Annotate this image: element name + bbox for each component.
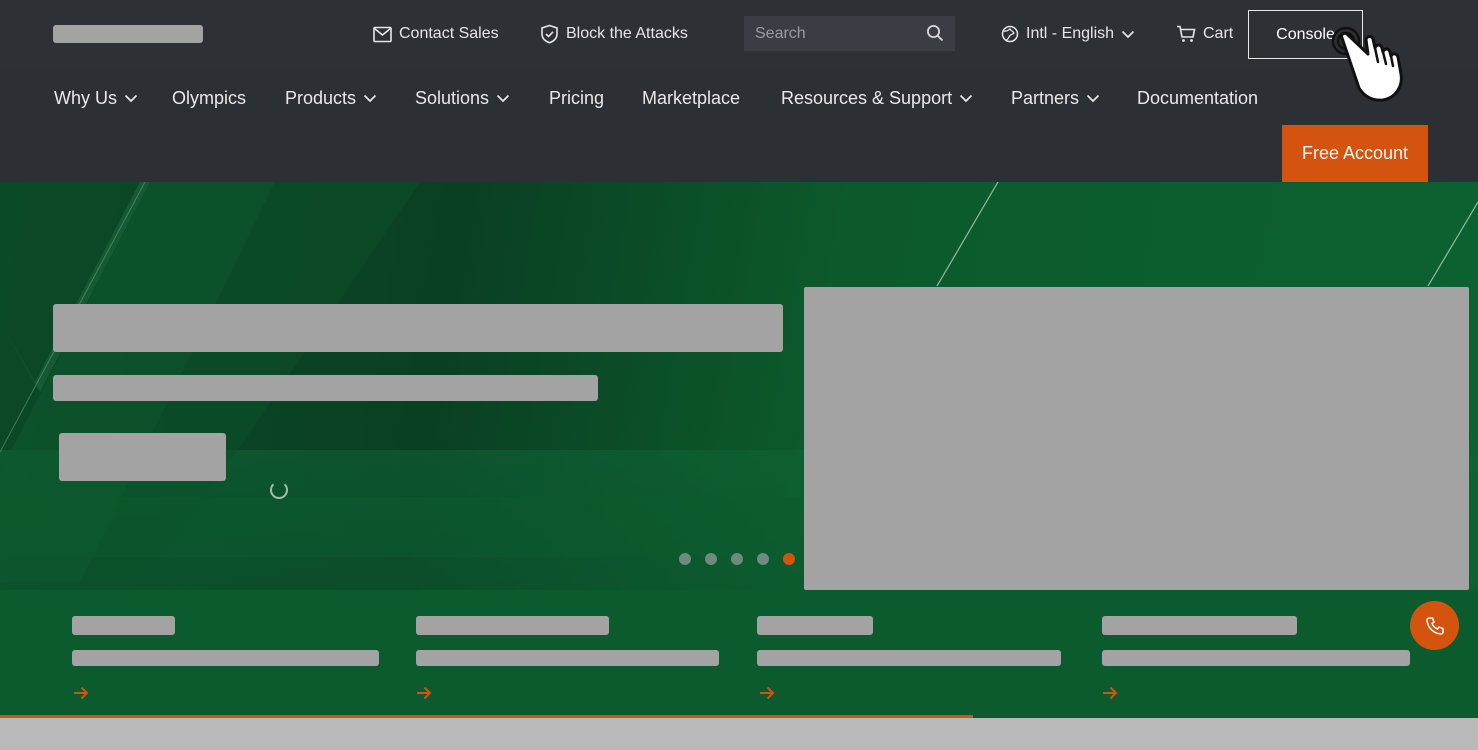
chevron-down-icon <box>363 94 377 102</box>
shield-check-icon <box>541 24 558 44</box>
cart-icon <box>1177 25 1196 42</box>
nav-item-partners[interactable]: Partners <box>1011 85 1100 111</box>
phone-icon <box>1425 616 1444 635</box>
feature-card-3-title <box>757 616 873 635</box>
nav-label: Resources & Support <box>781 87 953 108</box>
chevron-down-icon <box>959 94 973 102</box>
contact-phone-button[interactable] <box>1410 601 1459 650</box>
globe-icon <box>1001 25 1019 43</box>
carousel-dot-5[interactable] <box>783 553 795 565</box>
language-label: Intl - English <box>1026 25 1115 42</box>
mail-icon <box>373 26 392 42</box>
contact-sales-label: Contact Sales <box>399 25 499 42</box>
nav-item-resources-support[interactable]: Resources & Support <box>781 85 973 111</box>
chevron-down-icon <box>1086 94 1100 102</box>
nav-item-products[interactable]: Products <box>285 85 377 111</box>
contact-sales-link[interactable]: Contact Sales <box>373 0 499 68</box>
console-button[interactable]: Console <box>1248 10 1363 59</box>
nav-item-solutions[interactable]: Solutions <box>415 85 510 111</box>
nav-label: Pricing <box>549 87 605 108</box>
nav-item-documentation[interactable]: Documentation <box>1137 85 1258 111</box>
block-attacks-label: Block the Attacks <box>566 25 688 42</box>
arrow-right-icon[interactable] <box>759 686 775 700</box>
nav-item-why-us[interactable]: Why Us <box>54 85 138 111</box>
feature-card-2-text <box>416 650 719 666</box>
cart-link[interactable]: Cart <box>1176 0 1233 68</box>
search-input[interactable] <box>744 24 914 43</box>
nav-item-olympics[interactable]: Olympics <box>172 85 246 111</box>
feature-card-1-title <box>72 616 175 635</box>
feature-card-1-text <box>72 650 379 666</box>
carousel-dot-1[interactable] <box>679 553 691 565</box>
language-selector[interactable]: Intl - English <box>1001 0 1142 68</box>
feature-card-2-title <box>416 616 609 635</box>
page-bottom-strip <box>0 718 1478 750</box>
free-account-button[interactable]: Free Account <box>1282 125 1428 182</box>
hero-subtitle-placeholder <box>53 375 598 401</box>
chevron-down-icon <box>496 94 510 102</box>
search-icon[interactable] <box>926 24 944 42</box>
nav-label: Olympics <box>172 87 247 108</box>
nav-label: Partners <box>1011 87 1080 108</box>
main-nav: Why Us Olympics Products Solutions Prici… <box>0 68 1478 182</box>
nav-item-marketplace[interactable]: Marketplace <box>642 85 740 111</box>
feature-card-4-title <box>1102 616 1297 635</box>
carousel-dots <box>679 553 795 565</box>
nav-label: Why Us <box>54 87 117 108</box>
nav-label: Products <box>285 87 357 108</box>
arrow-right-icon[interactable] <box>416 686 432 700</box>
carousel-dot-3[interactable] <box>731 553 743 565</box>
feature-card-4-text <box>1102 650 1410 666</box>
chevron-down-icon <box>1121 30 1135 38</box>
hero-headline-placeholder <box>53 304 783 352</box>
top-bar: Contact Sales Block the Attacks Intl - E… <box>0 0 1478 68</box>
cart-label: Cart <box>1203 25 1234 42</box>
arrow-right-icon[interactable] <box>73 686 89 700</box>
chevron-down-icon <box>124 94 138 102</box>
nav-label: Documentation <box>1137 87 1259 108</box>
feature-card-3-text <box>757 650 1061 666</box>
site-logo[interactable] <box>53 25 203 43</box>
search-box <box>744 16 955 51</box>
carousel-dot-2[interactable] <box>705 553 717 565</box>
hero-media-placeholder <box>804 287 1469 590</box>
nav-label: Marketplace <box>642 87 741 108</box>
nav-item-pricing[interactable]: Pricing <box>549 85 604 111</box>
carousel-dot-4[interactable] <box>757 553 769 565</box>
nav-label: Solutions <box>415 87 490 108</box>
arrow-right-icon[interactable] <box>1102 686 1118 700</box>
hero-banner <box>0 182 1478 718</box>
loading-spinner-icon <box>270 481 288 499</box>
hero-cta-placeholder[interactable] <box>59 433 226 481</box>
block-attacks-link[interactable]: Block the Attacks <box>540 0 688 68</box>
